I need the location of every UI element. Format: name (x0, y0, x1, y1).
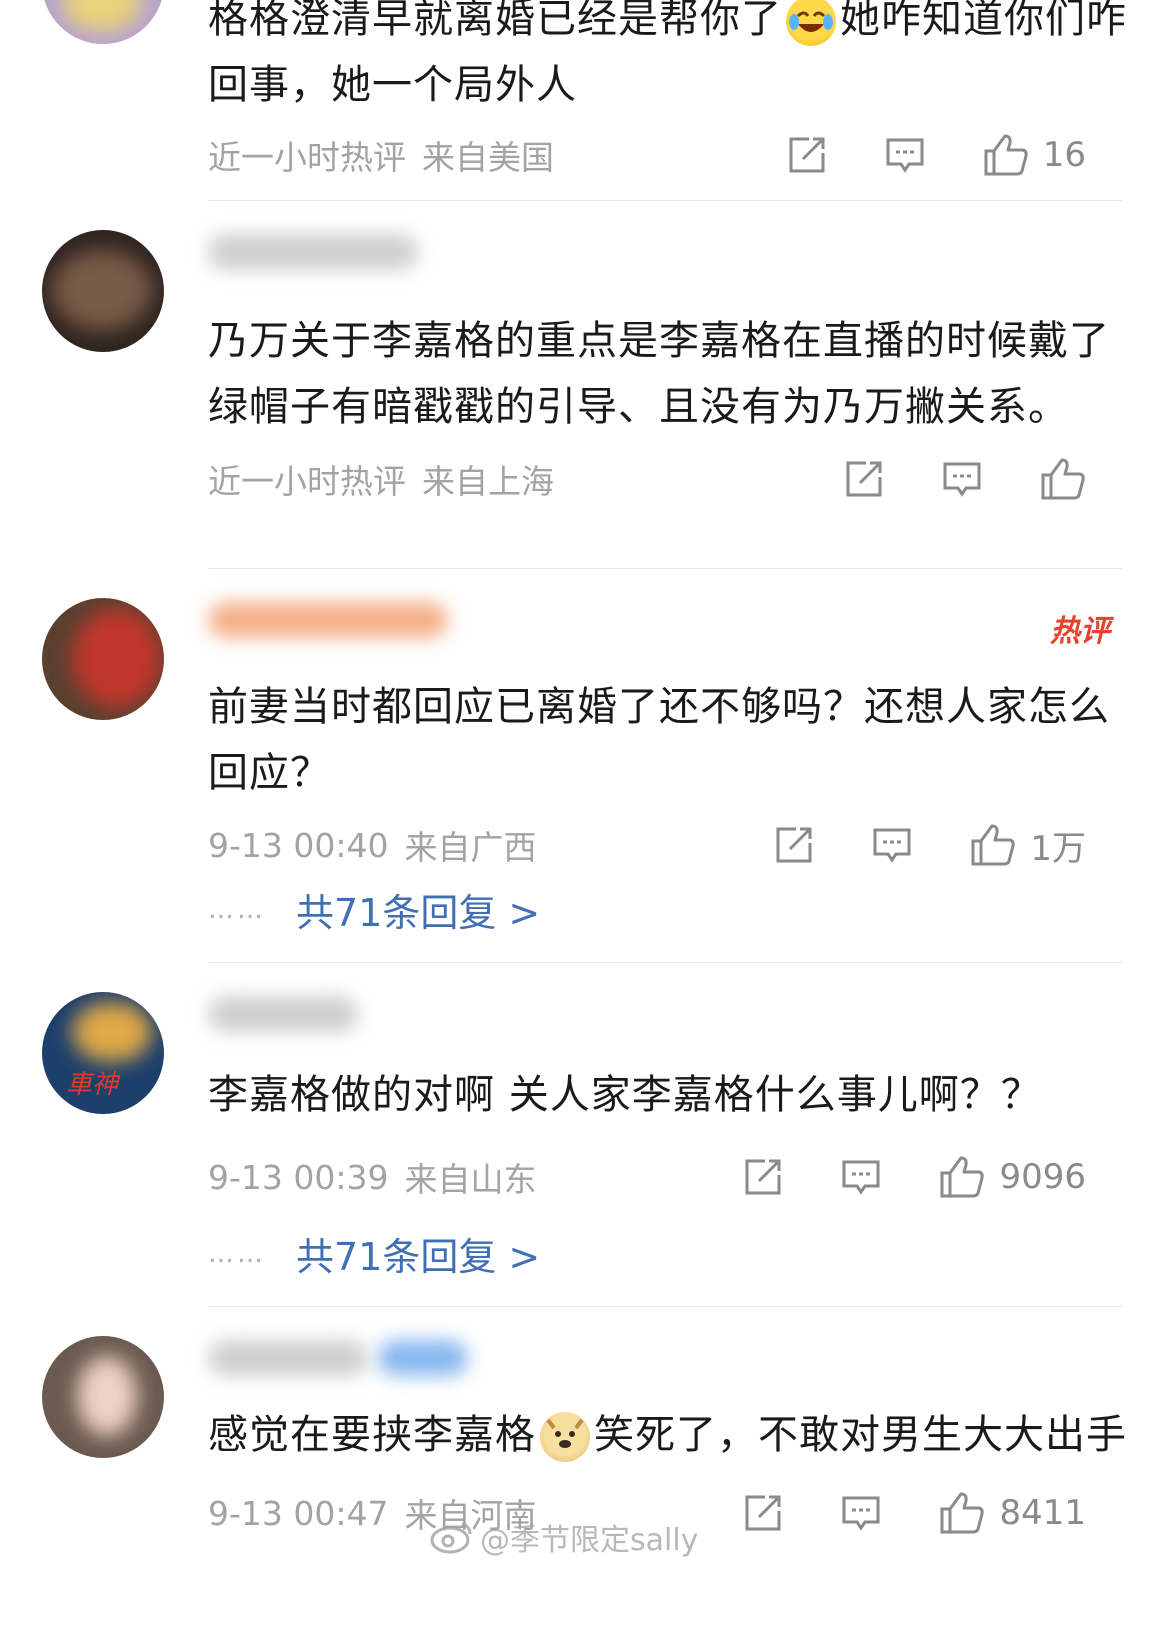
comment-button[interactable] (885, 135, 925, 175)
comment-location: 来自上海 (422, 462, 554, 501)
comment-icon (943, 462, 981, 497)
like-button[interactable]: 16 (983, 133, 1086, 177)
view-replies-link[interactable]: …… 共71条回复 > (208, 882, 540, 937)
comment-text: 乃万关于李嘉格的重点是李嘉格在直播的时候戴了绿帽子有暗戳戳的引导、且没有为乃万撇… (208, 318, 1110, 430)
avatar[interactable] (42, 0, 164, 44)
comment-meta: 近一小时热评 来自上海 (208, 444, 1128, 514)
username[interactable] (208, 1334, 468, 1380)
share-icon (745, 1495, 781, 1531)
divider (208, 568, 1122, 569)
like-button[interactable]: 8411 (939, 1491, 1086, 1535)
comment-button[interactable] (841, 1157, 881, 1197)
avatar[interactable] (42, 598, 164, 720)
share-icon (846, 461, 882, 497)
like-count: 16 (1042, 135, 1086, 175)
share-button[interactable] (743, 1493, 783, 1533)
avatar-mark: 車神 (66, 1070, 119, 1100)
username[interactable] (208, 228, 448, 274)
thumbs-up-icon (940, 1492, 985, 1534)
comment-text: 感觉在要挟李嘉格 笑死了，不敢对男生大大出手 (208, 1402, 1128, 1468)
laugh-cry-emoji (786, 0, 836, 46)
like-button[interactable]: 1万 (970, 821, 1086, 870)
comment-time: 近一小时热评 (208, 138, 406, 177)
comment-text: 李嘉格做的对啊 关人家李嘉格什么事儿啊？？ (208, 1072, 1042, 1118)
comment-icon (886, 138, 924, 173)
avatar[interactable] (42, 230, 164, 352)
comment-time: 近一小时热评 (208, 462, 406, 501)
share-button[interactable] (844, 459, 884, 499)
share-icon (789, 137, 825, 173)
thumbs-up-icon (971, 824, 1016, 866)
comment-location: 来自广西 (404, 828, 537, 867)
comment-meta: 近一小时热评 来自美国 16 (208, 120, 1128, 190)
thumbs-up-icon (984, 134, 1028, 176)
view-replies-link[interactable]: …… 共71条回复 > (208, 1226, 540, 1281)
reply-count-label[interactable]: 共71条回复 > (296, 1226, 540, 1281)
doge-emoji (540, 1412, 590, 1462)
reply-count-label[interactable]: 共71条回复 > (296, 882, 540, 937)
reply-dots: …… (208, 1238, 266, 1269)
comment-feed: 格格澄清早就离婚已经是帮你了 她咋知道你们咋回事，她一个局外人 近一小时热评 来… (0, 0, 1170, 1637)
comment-text: 格格澄清早就离婚已经是帮你了 她咋知道你们咋回事，她一个局外人 (208, 0, 1128, 118)
share-button[interactable] (743, 1157, 783, 1197)
username[interactable] (208, 596, 448, 642)
like-button[interactable]: 9096 (939, 1155, 1086, 1199)
divider (208, 200, 1122, 201)
avatar[interactable]: 車神 (42, 992, 164, 1114)
thumbs-up-icon (1041, 458, 1085, 500)
like-button[interactable] (1040, 457, 1086, 501)
comment-button[interactable] (942, 459, 982, 499)
share-button[interactable] (787, 135, 827, 175)
share-icon (745, 1159, 781, 1195)
comment-time: 9-13 00:40 (208, 825, 389, 865)
avatar[interactable] (42, 1336, 164, 1458)
watermark-text: @季节限定sally (480, 1523, 699, 1558)
comment-icon (842, 1496, 880, 1531)
username[interactable] (208, 990, 448, 1036)
like-count: 9096 (999, 1157, 1086, 1197)
comment-meta: 9-13 00:39 来自山东 9096 (208, 1142, 1128, 1212)
watermark: @季节限定sally (430, 1515, 698, 1559)
comment-location: 来自美国 (422, 138, 554, 177)
comment-button[interactable] (841, 1493, 881, 1533)
comment-meta: 9-13 00:40 来自广西 1万 (208, 810, 1128, 880)
comment-time: 9-13 00:39 (208, 1157, 389, 1197)
comment-text: 前妻当时都回应已离婚了还不够吗？还想人家怎么回应？ (208, 684, 1110, 796)
like-count: 8411 (999, 1493, 1086, 1533)
comment-time: 9-13 00:47 (208, 1493, 389, 1533)
comment-location: 来自山东 (404, 1160, 537, 1199)
reply-dots: …… (208, 894, 266, 925)
like-count: 1万 (1030, 828, 1086, 869)
share-icon (776, 827, 812, 863)
thumbs-up-icon (940, 1156, 985, 1198)
divider (208, 962, 1122, 963)
comment-icon (873, 828, 911, 863)
weibo-logo-icon (430, 1522, 472, 1554)
share-button[interactable] (774, 825, 814, 865)
comment-button[interactable] (872, 825, 912, 865)
divider (208, 1306, 1122, 1307)
comment-icon (842, 1160, 880, 1195)
